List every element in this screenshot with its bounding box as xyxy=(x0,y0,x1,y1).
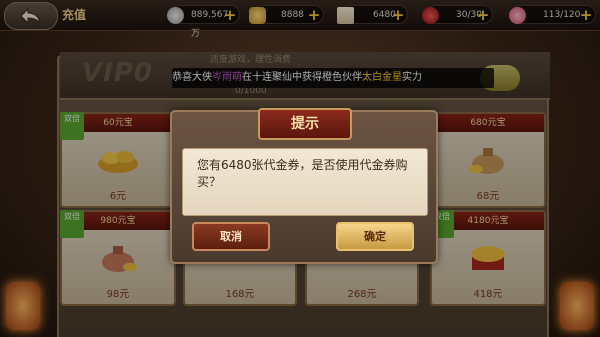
dialog-body: 您有6480张代金券，是否使用代金券购买？ xyxy=(182,148,428,216)
dialog-message: 您有6480张代金券，是否使用代金券购买？ xyxy=(197,158,408,189)
game-scene: 充值 889.567万 + 8888 + 6480 + 30/30 + 113/… xyxy=(0,0,600,337)
confirm-dialog: 提示 您有6480张代金券，是否使用代金券购买？ 取消 确定 xyxy=(170,108,438,264)
dialog-title: 提示 xyxy=(258,108,352,140)
cancel-button[interactable]: 取消 xyxy=(192,222,270,251)
confirm-button[interactable]: 确定 xyxy=(336,222,414,251)
